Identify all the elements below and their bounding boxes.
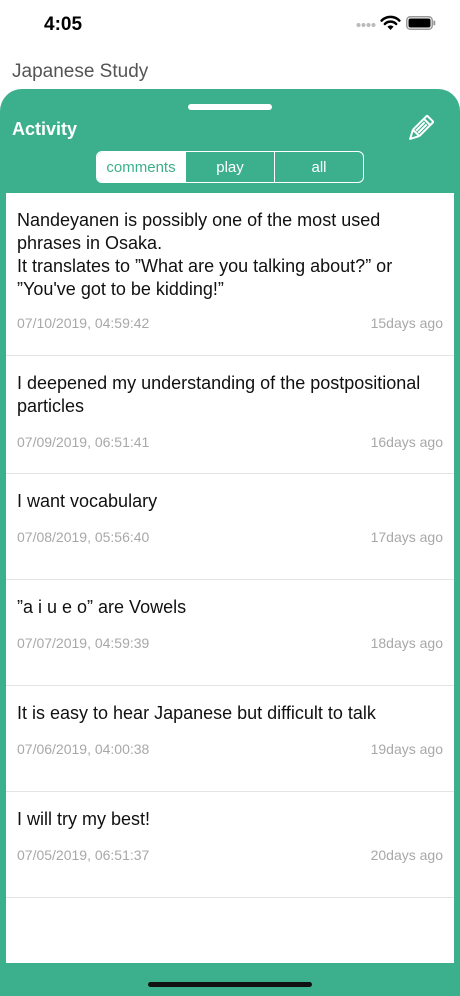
comment-text: I will try my best! <box>17 809 151 829</box>
wifi-icon <box>380 15 401 30</box>
item-meta: 07/09/2019, 06:51:41 16days ago <box>6 434 454 450</box>
comment-date: 07/05/2019, 06:51:37 <box>17 847 150 863</box>
status-bar: 4:05 <box>0 0 460 50</box>
comment-date: 07/07/2019, 04:59:39 <box>17 635 150 651</box>
list-item[interactable]: I want vocabulary 07/08/2019, 05:56:40 1… <box>6 474 454 580</box>
relative-time: 20days ago <box>370 847 443 863</box>
relative-time: 16days ago <box>370 434 443 450</box>
segment-all[interactable]: all <box>274 152 363 182</box>
comment-date: 07/06/2019, 04:00:38 <box>17 741 150 757</box>
activity-list[interactable]: Nandeyanen is possibly one of the most u… <box>6 193 454 963</box>
relative-time: 18days ago <box>370 635 443 651</box>
relative-time: 17days ago <box>370 529 443 545</box>
comment-text: It is easy to hear Japanese but difficul… <box>17 703 376 723</box>
screen: 4:05 Japanese Study Activity comments pl… <box>0 0 460 996</box>
battery-icon <box>406 16 436 30</box>
sheet-title: Activity <box>12 119 78 139</box>
item-meta: 07/08/2019, 05:56:40 17days ago <box>6 529 454 545</box>
cellular-signal-icon <box>356 23 376 27</box>
comment-date: 07/08/2019, 05:56:40 <box>17 529 150 545</box>
relative-time: 15days ago <box>370 315 443 331</box>
comment-date: 07/10/2019, 04:59:42 <box>17 315 150 331</box>
relative-time: 19days ago <box>370 741 443 757</box>
comment-text: ”a i u e o” are Vowels <box>17 597 187 617</box>
item-meta: 07/05/2019, 06:51:37 20days ago <box>6 847 454 863</box>
item-meta: 07/06/2019, 04:00:38 19days ago <box>6 741 454 757</box>
activity-sheet: Activity comments play all Nandeyanen is… <box>0 89 460 996</box>
item-meta: 07/07/2019, 04:59:39 18days ago <box>6 635 454 651</box>
segment-play[interactable]: play <box>185 152 274 182</box>
list-item[interactable]: Nandeyanen is possibly one of the most u… <box>6 193 454 356</box>
home-indicator <box>148 982 312 987</box>
app-title: Japanese Study <box>12 61 149 82</box>
sheet-grabber-handle[interactable] <box>188 104 272 110</box>
list-item[interactable]: ”a i u e o” are Vowels 07/07/2019, 04:59… <box>6 580 454 686</box>
list-item[interactable]: It is easy to hear Japanese but difficul… <box>6 686 454 792</box>
comment-text: Nandeyanen is possibly one of the most u… <box>17 210 393 299</box>
activity-filter-segmented-control: comments play all <box>96 151 364 183</box>
comment-date: 07/09/2019, 06:51:41 <box>17 434 150 450</box>
status-time: 4:05 <box>44 14 83 35</box>
list-item[interactable]: I deepened my understanding of the postp… <box>6 356 454 474</box>
pencil-icon[interactable] <box>404 113 436 145</box>
comment-text: I want vocabulary <box>17 491 158 511</box>
list-item[interactable]: I will try my best! 07/05/2019, 06:51:37… <box>6 792 454 898</box>
item-meta: 07/10/2019, 04:59:42 15days ago <box>6 315 454 331</box>
segment-comments[interactable]: comments <box>97 152 185 182</box>
comment-text: I deepened my understanding of the postp… <box>17 373 421 416</box>
